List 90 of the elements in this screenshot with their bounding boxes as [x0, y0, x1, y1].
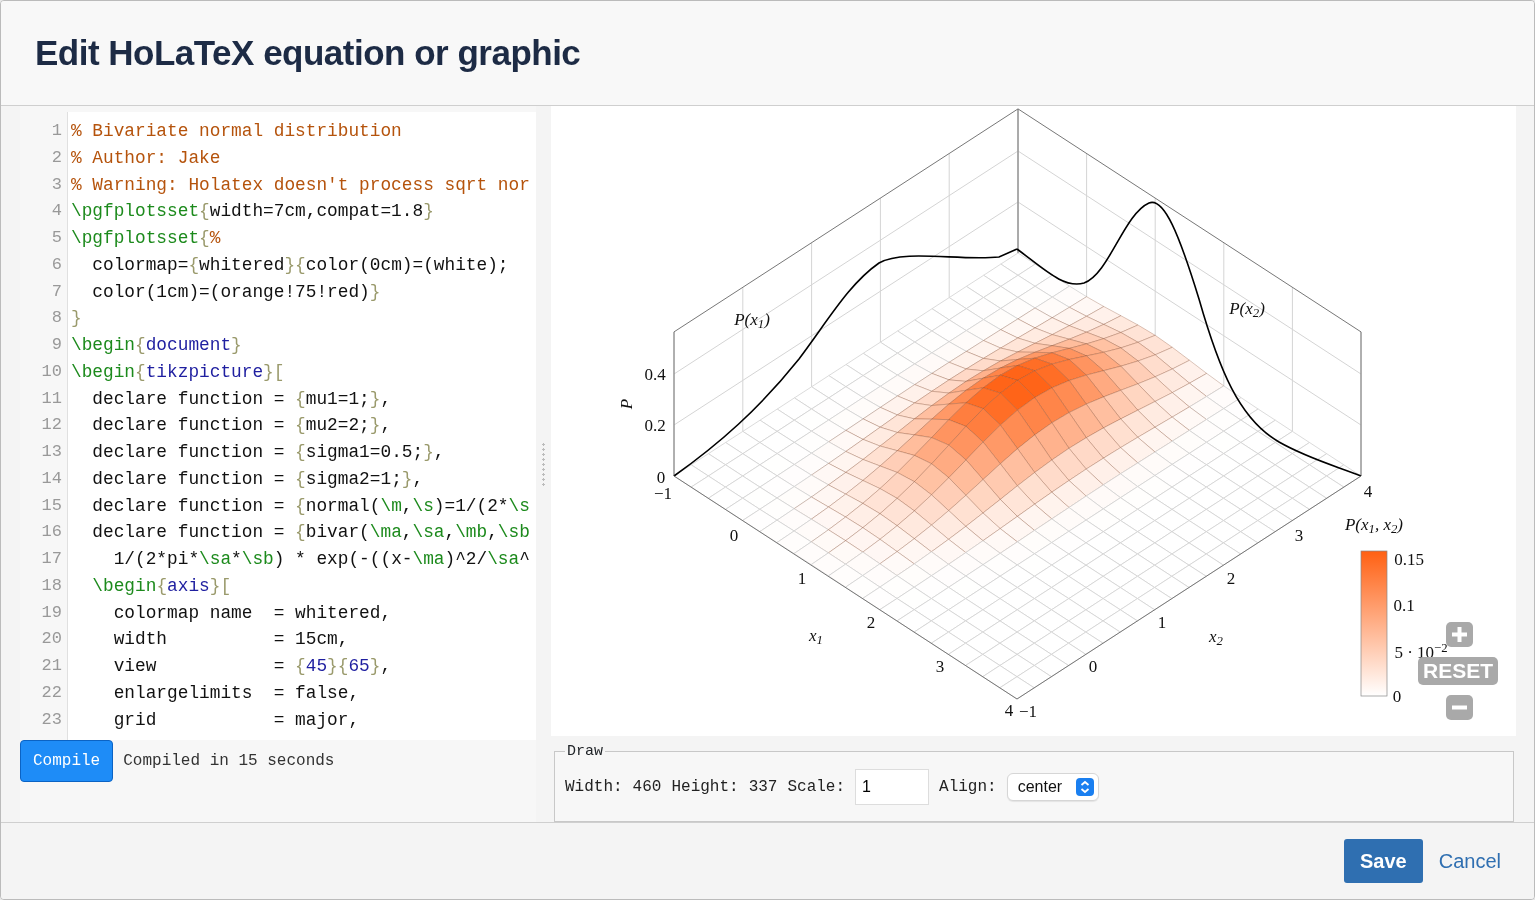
- line-number: 22: [40, 681, 63, 704]
- field-value: 337: [748, 777, 778, 798]
- axis-label: x$_{1}$: [809, 626, 823, 644]
- code-line: declare function = {mu2=2;},: [91, 414, 393, 438]
- code-line: width = 15cm,: [112, 628, 350, 652]
- zoom-out-button[interactable]: [1446, 695, 1473, 720]
- zoom-in-button[interactable]: [1446, 622, 1473, 647]
- line-number: 12: [40, 414, 63, 437]
- tick-label: 0: [1088, 657, 1098, 675]
- code-line: \pgfplotsset{width=7cm,compat=1.8}: [71, 200, 435, 224]
- field-label: Width:: [565, 777, 623, 798]
- line-number: 20: [40, 628, 63, 651]
- code-line: declare function = {bivar(\ma,\sa,\mb,\sb: [91, 521, 531, 545]
- line-number: 1: [50, 120, 63, 142]
- code-line: % Bivariate normal distribution: [71, 120, 403, 143]
- field-label: Align:: [939, 777, 997, 798]
- code-line: enlargelimits = false,: [112, 681, 361, 705]
- tick-label: 0.4: [644, 365, 666, 383]
- line-number: 19: [40, 601, 63, 624]
- tick-label: 2: [866, 613, 876, 631]
- field-label: Scale:: [787, 777, 846, 798]
- save-button[interactable]: Save: [1344, 839, 1423, 883]
- axis-label: x$_{2}$: [1209, 627, 1223, 645]
- tick-label: 0.1: [1393, 596, 1415, 614]
- tick-label: −1: [653, 484, 673, 502]
- line-number: 10: [40, 360, 63, 383]
- compile-status: Compiled in 15 seconds: [123, 751, 335, 772]
- line-number: 8: [50, 307, 63, 330]
- compile-button[interactable]: Compile: [20, 740, 114, 782]
- tick-label: 2: [1226, 569, 1236, 587]
- plus-icon: [1451, 626, 1468, 643]
- code-line: 1/(2*pi*\sa*\sb) * exp(-((x-\ma)^2/\sa^: [112, 548, 531, 571]
- line-number: 14: [40, 467, 63, 490]
- cancel-link[interactable]: Cancel: [1438, 846, 1501, 876]
- scale-field[interactable]: 1: [855, 769, 930, 805]
- code-line: declare function = {sigma2=1;},: [91, 467, 425, 491]
- line-number: 15: [40, 494, 63, 517]
- align-select[interactable]: center: [1006, 773, 1100, 801]
- chevron-icon: [1076, 778, 1095, 796]
- splitter-handle[interactable]: [541, 442, 547, 486]
- code-line: declare function = {normal(\m,\s)=1/(2*\s: [91, 494, 531, 518]
- axis-label: P: [617, 398, 635, 410]
- code-line: }: [71, 307, 83, 331]
- tick-label: 0: [656, 468, 666, 486]
- code-line: \begin{tikzpicture}[: [71, 360, 286, 384]
- tick-label: 3: [1294, 526, 1304, 544]
- curve-label: P(x$_{2}$): [1229, 299, 1265, 317]
- line-number: 21: [40, 655, 63, 677]
- code-line: \pgfplotsset{%: [71, 227, 222, 250]
- tick-label: 4: [1004, 701, 1014, 719]
- code-line: declare function = {mu1=1;},: [91, 387, 393, 411]
- code-line: \begin{axis}[: [91, 574, 233, 598]
- code-line: \begin{document}: [71, 334, 243, 357]
- line-number: 3: [50, 173, 63, 196]
- axis-label: P(x$_{1}$, x$_{2}$): [1344, 515, 1404, 533]
- line-number: 6: [50, 253, 63, 276]
- tick-label: 4: [1363, 482, 1373, 500]
- code-line: grid = major,: [112, 708, 361, 732]
- tick-label: 0.15: [1394, 550, 1424, 568]
- code-line: declare function = {sigma1=0.5;},: [91, 441, 446, 464]
- tick-label: 1: [797, 569, 807, 587]
- code-line: colormap name = whitered,: [112, 601, 393, 625]
- dialog-title: Edit HoLaTeX equation or graphic: [35, 32, 581, 74]
- line-number: 7: [50, 280, 63, 303]
- tick-label: 1: [1157, 613, 1167, 631]
- code-line: % Warning: Holatex doesn't process sqrt nor: [71, 173, 531, 197]
- tick-label: 0.2: [644, 416, 666, 434]
- field-label: Height:: [671, 777, 739, 798]
- field-value: 460: [632, 777, 662, 798]
- code-line: color(1cm)=(orange!75!red)}: [91, 280, 382, 304]
- curve-label: P(x$_{1}$): [734, 310, 770, 328]
- code-line: % Author: Jake: [71, 146, 222, 170]
- draw-legend: Draw: [565, 744, 605, 759]
- tick-label: 0: [1392, 687, 1402, 705]
- tick-label: −1: [1018, 702, 1038, 720]
- line-number: 23: [40, 708, 63, 731]
- line-number: 4: [50, 200, 63, 223]
- tick-label: 0: [729, 526, 739, 544]
- line-number: 2: [50, 146, 63, 169]
- code-editor[interactable]: [20, 112, 537, 740]
- code-line: colormap={whitered}{color(0cm)=(white);: [91, 253, 510, 277]
- line-number: 9: [50, 334, 63, 356]
- line-number: 13: [40, 441, 63, 463]
- line-number: 16: [40, 521, 63, 544]
- line-number: 11: [40, 387, 63, 410]
- line-number: 17: [40, 548, 63, 570]
- code-line: view = {45}{65},: [112, 655, 393, 678]
- line-number: 5: [50, 227, 63, 249]
- tick-label: 3: [935, 657, 945, 675]
- line-number: 18: [40, 574, 63, 597]
